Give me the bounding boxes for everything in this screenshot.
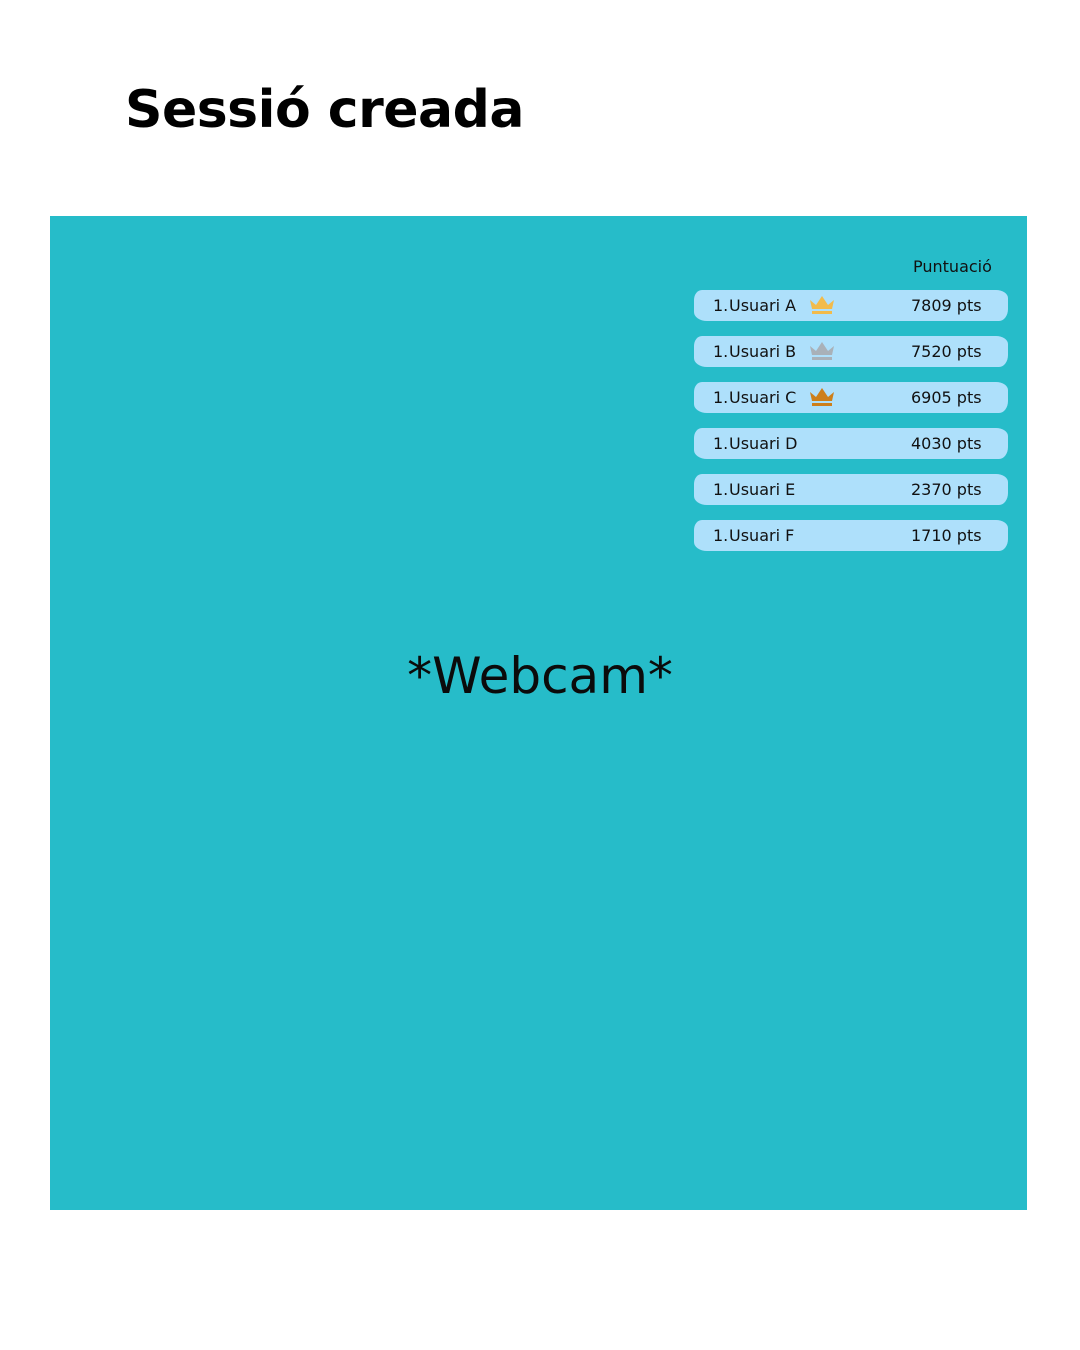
page-title: Sessió creada bbox=[125, 80, 524, 140]
row-score: 2370 pts bbox=[911, 480, 982, 499]
row-score: 7809 pts bbox=[911, 296, 982, 315]
row-rank: 1. bbox=[713, 388, 729, 407]
score-row-usuari-e[interactable]: 1. Usuari E 2370 pts bbox=[694, 474, 1008, 505]
scoreboard-header: Puntuació bbox=[913, 257, 992, 276]
row-rank: 1. bbox=[713, 526, 729, 545]
row-player-name: Usuari D bbox=[729, 434, 798, 453]
row-player-name: Usuari E bbox=[729, 480, 796, 499]
row-score: 6905 pts bbox=[911, 388, 982, 407]
score-row-usuari-a[interactable]: 1. Usuari A 7809 pts bbox=[694, 290, 1008, 321]
row-score: 1710 pts bbox=[911, 526, 982, 545]
row-rank: 1. bbox=[713, 480, 729, 499]
row-player-name: Usuari C bbox=[729, 388, 797, 407]
score-row-usuari-d[interactable]: 1. Usuari D 4030 pts bbox=[694, 428, 1008, 459]
webcam-label: *Webcam* bbox=[407, 647, 673, 705]
bronze-crown-icon bbox=[810, 388, 834, 406]
row-player-name: Usuari A bbox=[729, 296, 797, 315]
score-row-usuari-c[interactable]: 1. Usuari C 6905 pts bbox=[694, 382, 1008, 413]
score-row-usuari-b[interactable]: 1. Usuari B 7520 pts bbox=[694, 336, 1008, 367]
row-rank: 1. bbox=[713, 342, 729, 361]
row-score: 7520 pts bbox=[911, 342, 982, 361]
webcam-view: *Webcam* Puntuació 1. Usuari A 7809 pts … bbox=[50, 216, 1027, 1210]
row-player-name: Usuari F bbox=[729, 526, 795, 545]
score-row-usuari-f[interactable]: 1. Usuari F 1710 pts bbox=[694, 520, 1008, 551]
row-player-name: Usuari B bbox=[729, 342, 797, 361]
gold-crown-icon bbox=[810, 296, 834, 314]
row-rank: 1. bbox=[713, 434, 729, 453]
row-rank: 1. bbox=[713, 296, 729, 315]
row-score: 4030 pts bbox=[911, 434, 982, 453]
silver-crown-icon bbox=[810, 342, 834, 360]
